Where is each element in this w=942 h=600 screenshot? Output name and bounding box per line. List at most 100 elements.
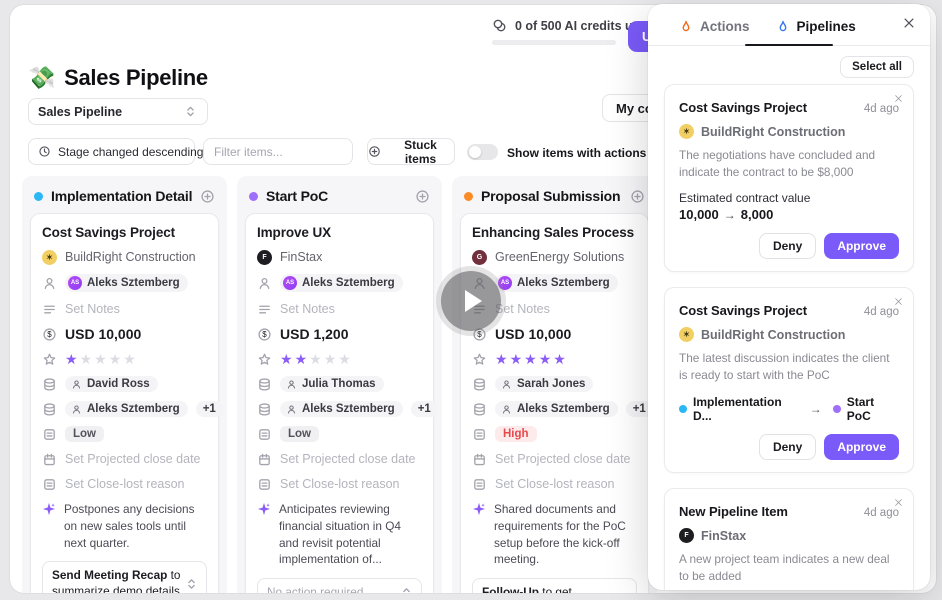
contact-row[interactable]: Aleks Sztemberg +1 xyxy=(472,401,653,417)
database-icon xyxy=(472,377,487,392)
contact-chip[interactable]: David Ross xyxy=(65,376,158,392)
contact-chip[interactable]: Aleks Sztemberg xyxy=(280,401,403,417)
star-icon xyxy=(257,352,272,367)
card-title: Enhancing Sales Process xyxy=(472,225,635,240)
close-date-row[interactable]: Set Projected close date xyxy=(257,451,422,467)
column-proposal-submission: Proposal Submission Enhancing Sales Proc… xyxy=(452,176,657,593)
contact-row[interactable]: David Ross xyxy=(42,376,207,392)
tab-actions[interactable]: Actions xyxy=(679,19,750,34)
add-item-icon[interactable] xyxy=(630,189,645,204)
tab-pipelines[interactable]: Pipelines xyxy=(776,19,856,34)
contact-row[interactable]: Aleks Sztemberg +1 xyxy=(257,401,438,417)
dismiss-card-icon[interactable] xyxy=(893,495,904,506)
chevron-updown-icon xyxy=(399,585,414,593)
timestamp: 4d ago xyxy=(863,306,899,319)
action-selector[interactable]: No action required xyxy=(257,578,422,593)
rating-row[interactable]: ★★★★★ xyxy=(42,351,207,367)
more-contacts-badge[interactable]: +1 xyxy=(195,401,223,417)
company-row: ✶ BuildRight Construction xyxy=(42,249,207,265)
priority-row[interactable]: High xyxy=(472,426,637,442)
dollar-icon xyxy=(42,327,57,342)
star-icon xyxy=(472,352,487,367)
owner-chip[interactable]: AS Aleks Sztemberg xyxy=(65,274,188,292)
notes-row[interactable]: Set Notes xyxy=(257,301,422,317)
rating-row[interactable]: ★★★★★ xyxy=(472,351,637,367)
priority-row[interactable]: Low xyxy=(257,426,422,442)
notes-icon xyxy=(257,302,272,317)
approve-button[interactable]: Approve xyxy=(824,434,899,461)
sort-selector[interactable]: Stage changed descending xyxy=(28,138,195,165)
deny-button[interactable]: Deny xyxy=(758,233,817,260)
select-all-button[interactable]: Select all xyxy=(840,56,914,78)
list-icon xyxy=(472,427,487,442)
avatar: AS xyxy=(283,276,297,290)
avatar: AS xyxy=(498,276,512,290)
value-row[interactable]: USD 10,000 xyxy=(472,326,637,342)
coins-icon xyxy=(492,18,508,34)
show-actions-label: Show items with actions xyxy=(507,146,647,160)
person-icon xyxy=(501,379,512,390)
contact-chip[interactable]: Aleks Sztemberg xyxy=(65,401,188,417)
show-actions-toggle[interactable] xyxy=(467,144,498,160)
add-item-icon[interactable] xyxy=(415,189,430,204)
ai-sparkle-icon xyxy=(472,502,486,516)
close-lost-row[interactable]: Set Close-lost reason xyxy=(257,476,422,492)
priority-badge: Low xyxy=(280,426,319,442)
owner-chip[interactable]: AS Aleks Sztemberg xyxy=(495,274,618,292)
video-play-button[interactable] xyxy=(441,271,501,331)
contact-row[interactable]: Aleks Sztemberg +1 xyxy=(42,401,223,417)
rating-row[interactable]: ★★★★★ xyxy=(257,351,422,367)
person-icon xyxy=(257,276,272,291)
card-title: Cost Savings Project xyxy=(42,225,176,240)
add-item-icon[interactable] xyxy=(200,189,215,204)
more-contacts-badge[interactable]: +1 xyxy=(410,401,438,417)
approve-button[interactable]: Approve xyxy=(824,233,899,260)
contact-chip[interactable]: Julia Thomas xyxy=(280,376,384,392)
contact-row[interactable]: Sarah Jones xyxy=(472,376,637,392)
chevron-updown-icon xyxy=(184,577,199,592)
contact-row[interactable]: Julia Thomas xyxy=(257,376,422,392)
contact-chip[interactable]: Aleks Sztemberg xyxy=(495,401,618,417)
ai-summary-row: Postpones any decisions on new sales too… xyxy=(42,501,207,551)
pipeline-card[interactable]: Cost Savings Project ✶ BuildRight Constr… xyxy=(30,213,223,593)
notes-row[interactable]: Set Notes xyxy=(42,301,207,317)
dismiss-card-icon[interactable] xyxy=(893,91,904,102)
view-selector[interactable]: Sales Pipeline xyxy=(28,98,208,125)
contact-chip[interactable]: Sarah Jones xyxy=(495,376,594,392)
play-icon xyxy=(465,290,482,312)
close-lost-row[interactable]: Set Close-lost reason xyxy=(42,476,207,492)
owner-row[interactable]: AS Aleks Sztemberg xyxy=(257,274,422,292)
company-logo-icon: G xyxy=(472,249,487,265)
dismiss-card-icon[interactable] xyxy=(893,294,904,305)
database-icon xyxy=(42,402,57,417)
money-emoji-icon: 💸 xyxy=(28,65,56,90)
action-selector[interactable]: Follow-Up to get feedback on the PoC xyxy=(472,578,637,593)
filter-input[interactable] xyxy=(203,138,353,165)
stage-dot-icon xyxy=(34,191,43,201)
approval-header: New Pipeline Item 4d ago xyxy=(679,504,899,520)
flame-orange-icon xyxy=(679,20,693,34)
company-row: ✶ BuildRight Construction xyxy=(679,124,899,139)
owner-chip[interactable]: AS Aleks Sztemberg xyxy=(280,274,403,292)
close-lost-row[interactable]: Set Close-lost reason xyxy=(472,476,637,492)
deny-button[interactable]: Deny xyxy=(758,434,817,461)
stuck-items-button[interactable]: Stuck items xyxy=(367,138,455,166)
action-selector[interactable]: Send Meeting Recap to summarize demo det… xyxy=(42,561,207,593)
pipeline-card[interactable]: Improve UX F FinStax AS Aleks Sztemberg … xyxy=(245,213,438,593)
close-date-row[interactable]: Set Projected close date xyxy=(472,451,637,467)
chevron-updown-icon xyxy=(183,104,198,119)
close-date-row[interactable]: Set Projected close date xyxy=(42,451,207,467)
pipeline-card[interactable]: Enhancing Sales Process G GreenEnergy So… xyxy=(460,213,653,593)
column-header: Implementation Details xyxy=(22,176,227,210)
value-row[interactable]: USD 10,000 xyxy=(42,326,207,342)
priority-row[interactable]: Low xyxy=(42,426,207,442)
approval-actions: Deny Approve xyxy=(679,434,899,461)
approval-description: The latest discussion indicates the clie… xyxy=(679,351,890,383)
priority-badge: Low xyxy=(65,426,104,442)
approval-description: A new project team indicates a new deal … xyxy=(679,552,890,584)
approval-header: Cost Savings Project 4d ago xyxy=(679,100,899,115)
stage-dot-icon xyxy=(464,191,473,201)
owner-row[interactable]: AS Aleks Sztemberg xyxy=(42,274,207,292)
column-header: Proposal Submission xyxy=(452,176,657,210)
value-row[interactable]: USD 1,200 xyxy=(257,326,422,342)
